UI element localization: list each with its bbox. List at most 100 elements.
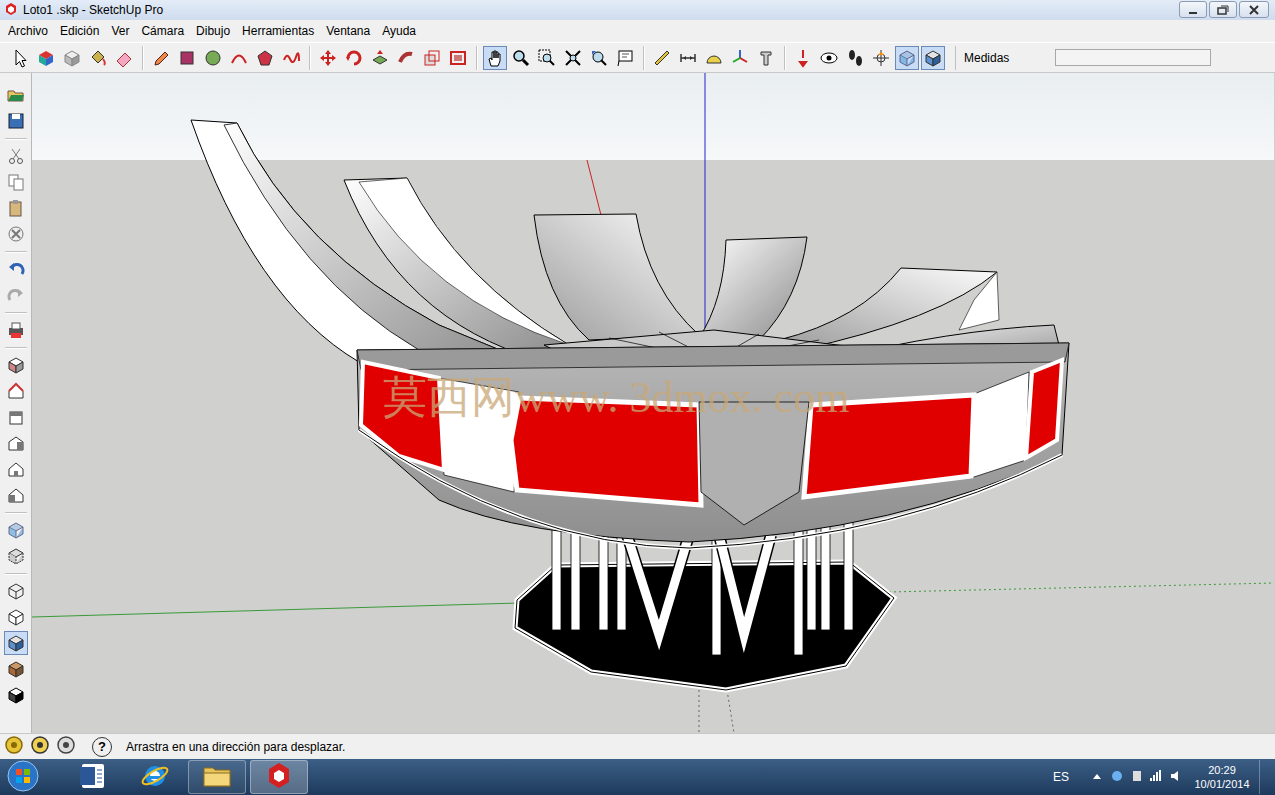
tool-button[interactable] — [895, 46, 919, 70]
left-icon — [6, 485, 26, 505]
tool-button[interactable] — [728, 46, 752, 70]
tool-button[interactable] — [34, 46, 58, 70]
tool-button[interactable] — [4, 457, 28, 481]
redo-icon — [6, 285, 26, 305]
print-icon — [6, 320, 26, 340]
help-button[interactable]: ? — [92, 737, 112, 757]
tool-button[interactable] — [650, 46, 674, 70]
tool-button[interactable] — [869, 46, 893, 70]
menu-item[interactable]: Herramientas — [236, 22, 320, 40]
lotus-model-icon[interactable]: 莫西网www. 3dmox. com — [32, 73, 1274, 733]
menu-item[interactable]: Ventana — [320, 22, 376, 40]
tool-button[interactable] — [483, 46, 507, 70]
tool-button[interactable] — [4, 544, 28, 568]
show-desktop-button[interactable] — [1259, 760, 1269, 794]
menu-item[interactable]: Archivo — [2, 22, 54, 40]
tool-button[interactable] — [342, 46, 366, 70]
tool-button[interactable] — [4, 379, 28, 403]
tool-button[interactable] — [587, 46, 611, 70]
language-indicator[interactable]: ES — [1053, 770, 1069, 784]
word-icon — [77, 760, 109, 792]
status-1-icon[interactable] — [30, 735, 50, 758]
tool-button[interactable] — [4, 318, 28, 342]
taskbar-app[interactable] — [126, 760, 184, 794]
tool-button[interactable] — [201, 46, 225, 70]
freehand-icon — [281, 48, 301, 68]
tool-button[interactable] — [4, 483, 28, 507]
tool-button[interactable] — [921, 46, 945, 70]
select-icon — [10, 48, 30, 68]
tool-button[interactable] — [4, 431, 28, 455]
tool-button[interactable] — [368, 46, 392, 70]
tool-button[interactable] — [4, 170, 28, 194]
tool-button[interactable] — [8, 46, 32, 70]
menu-item[interactable]: Dibujo — [190, 22, 236, 40]
tool-button[interactable] — [4, 605, 28, 629]
tray-icons — [1089, 768, 1185, 787]
tool-button[interactable] — [817, 46, 841, 70]
tool-button[interactable] — [175, 46, 199, 70]
tool-button[interactable] — [4, 222, 28, 246]
minimize-button[interactable] — [1179, 1, 1207, 18]
tool-button[interactable] — [316, 46, 340, 70]
tool-button[interactable] — [420, 46, 444, 70]
camera-icon — [793, 48, 813, 68]
tool-button[interactable] — [4, 144, 28, 168]
start-button[interactable] — [6, 759, 46, 795]
tool-button[interactable] — [4, 683, 28, 707]
clock[interactable]: 20:2910/01/2014 — [1193, 763, 1251, 791]
tool-button[interactable] — [4, 657, 28, 681]
tool-button[interactable] — [4, 283, 28, 307]
measurements-field[interactable] — [1055, 49, 1211, 66]
tool-button[interactable] — [149, 46, 173, 70]
tool-button[interactable] — [676, 46, 700, 70]
tool-button[interactable] — [613, 46, 637, 70]
explorer-icon — [201, 760, 233, 792]
tool-button[interactable] — [4, 257, 28, 281]
menu-item[interactable]: Cámara — [135, 22, 190, 40]
textlabel-icon — [615, 48, 635, 68]
rotate-icon — [344, 48, 364, 68]
tool-button[interactable] — [112, 46, 136, 70]
menu-item[interactable]: Ayuda — [376, 22, 422, 40]
menu-item[interactable]: Edición — [54, 22, 105, 40]
restore-button[interactable] — [1209, 1, 1237, 18]
tool-button[interactable] — [446, 46, 470, 70]
tool-button[interactable] — [791, 46, 815, 70]
menu-item[interactable]: Ver — [105, 22, 135, 40]
tool-button[interactable] — [253, 46, 277, 70]
toolbar-separator — [309, 46, 311, 70]
tool-button[interactable] — [4, 579, 28, 603]
tool-button[interactable] — [843, 46, 867, 70]
status-2-icon[interactable] — [56, 735, 76, 758]
taskbar-app[interactable] — [64, 760, 122, 794]
hidden-icon — [6, 607, 26, 627]
tool-button[interactable] — [509, 46, 533, 70]
lookaround-icon — [819, 48, 839, 68]
xray-icon — [6, 520, 26, 540]
tool-button[interactable] — [4, 353, 28, 377]
tool-button[interactable] — [535, 46, 559, 70]
tool-button[interactable] — [4, 83, 28, 107]
tool-button[interactable] — [4, 196, 28, 220]
tool-button[interactable] — [702, 46, 726, 70]
tool-button[interactable] — [86, 46, 110, 70]
tool-button[interactable] — [279, 46, 303, 70]
toolbar-separator — [643, 46, 645, 70]
tool-button[interactable] — [4, 631, 28, 655]
taskbar-app[interactable] — [188, 760, 246, 794]
tool-button[interactable] — [4, 518, 28, 542]
undo-icon — [6, 259, 26, 279]
tool-button[interactable] — [4, 405, 28, 429]
model-viewport[interactable]: 莫西网www. 3dmox. com — [32, 73, 1275, 733]
tool-button[interactable] — [60, 46, 84, 70]
taskbar-app[interactable] — [250, 760, 308, 794]
close-button[interactable] — [1239, 1, 1269, 18]
tool-button[interactable] — [4, 109, 28, 133]
tool-button[interactable] — [227, 46, 251, 70]
tool-button[interactable] — [754, 46, 778, 70]
status-0-icon[interactable] — [4, 735, 24, 758]
tool-button[interactable] — [561, 46, 585, 70]
circle-icon — [203, 48, 223, 68]
tool-button[interactable] — [394, 46, 418, 70]
